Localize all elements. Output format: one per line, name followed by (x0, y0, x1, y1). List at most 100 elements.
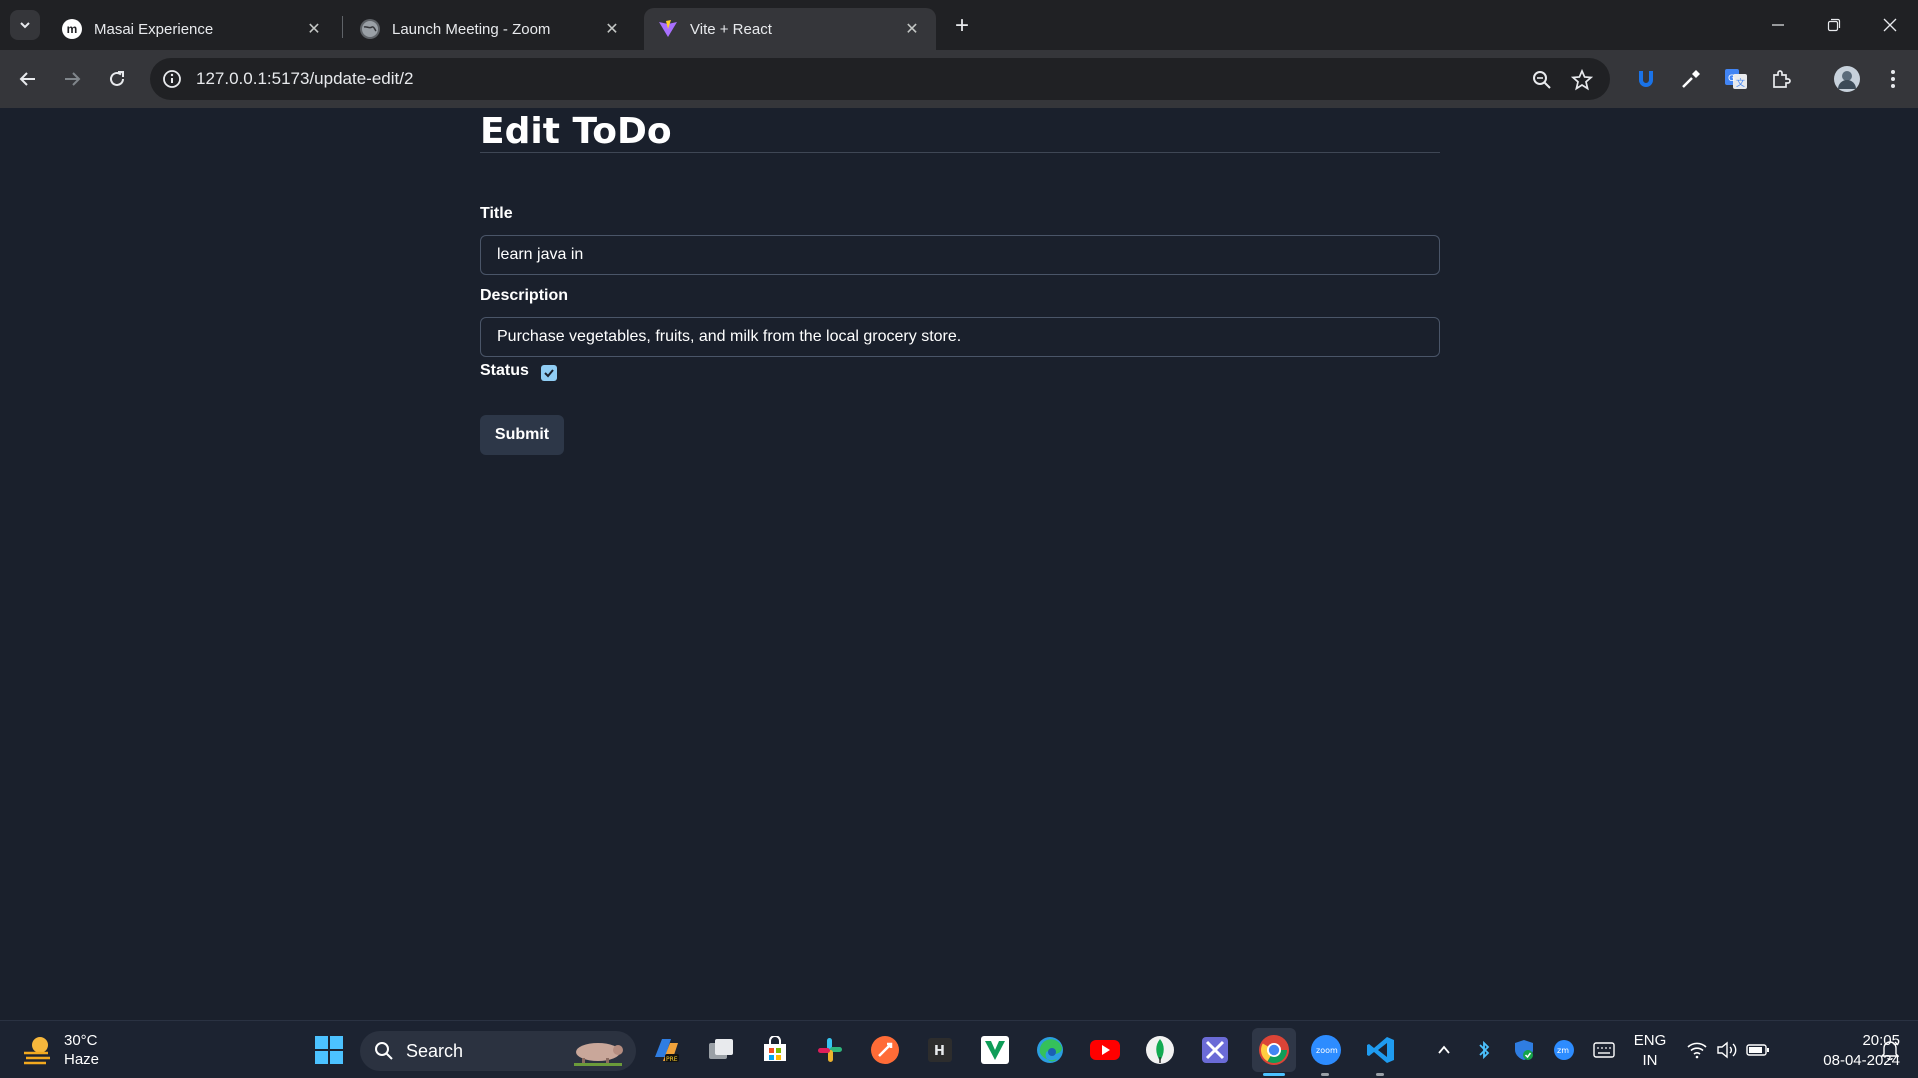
status-checkbox[interactable] (540, 365, 557, 381)
page-viewport: Edit ToDo Title Description Status Submi… (0, 108, 1918, 1020)
svg-text:G: G (1728, 74, 1735, 84)
globe-icon (360, 19, 380, 39)
haze-sun-icon (24, 1037, 50, 1065)
page-title: Edit ToDo (480, 111, 672, 152)
title-input[interactable] (480, 235, 1440, 275)
vite-logo-icon (658, 19, 678, 39)
back-button[interactable] (12, 63, 44, 95)
tab-label: Vite + React (690, 20, 772, 38)
status-row: Status (480, 357, 1440, 385)
tab-launch-meeting-zoom[interactable]: Launch Meeting - Zoom ✕ (346, 8, 636, 50)
checkmark-icon (544, 369, 554, 378)
touch-keyboard-icon[interactable] (1590, 1021, 1618, 1078)
close-icon[interactable]: ✕ (602, 19, 622, 39)
chrome-taskbar-icon[interactable] (1252, 1028, 1296, 1072)
url-text[interactable]: 127.0.0.1:5173/update-edit/2 (196, 69, 413, 89)
mongodb-compass-icon[interactable] (1142, 1032, 1178, 1068)
task-view-icon[interactable] (703, 1032, 739, 1068)
edge-icon[interactable] (1032, 1032, 1068, 1068)
taskbar-search[interactable]: Search (360, 1031, 636, 1071)
browser-tab-strip: m Masai Experience ✕ Launch Meeting - Zo… (0, 0, 1918, 50)
weather-temperature: 30°C (64, 1032, 98, 1049)
restore-button[interactable] (1806, 0, 1862, 50)
close-icon (1883, 18, 1897, 32)
vscode-icon[interactable] (1363, 1032, 1399, 1068)
svg-text:zm: zm (1557, 1046, 1569, 1055)
close-window-button[interactable] (1862, 0, 1918, 50)
description-input[interactable] (480, 317, 1440, 357)
slack-icon[interactable] (812, 1032, 848, 1068)
h-app-icon[interactable]: H (922, 1032, 958, 1068)
tab-label: Launch Meeting - Zoom (392, 20, 551, 38)
windows-taskbar: 30°C Haze Search PRE H zoom zm ENG IN 20… (0, 1020, 1918, 1078)
minimize-button[interactable] (1750, 0, 1806, 50)
arrow-right-icon (65, 72, 81, 86)
extensions-puzzle-icon[interactable] (1768, 66, 1794, 92)
chrome-menu-icon[interactable] (1880, 66, 1906, 92)
chevron-down-icon (20, 22, 30, 29)
language-code: ENG (1633, 1032, 1667, 1049)
arrow-left-icon (19, 72, 35, 86)
zoom-running-indicator (1321, 1073, 1329, 1076)
notification-bell-icon[interactable] (1874, 1021, 1906, 1078)
profile-avatar[interactable] (1834, 66, 1860, 92)
edit-todo-container: Edit ToDo Title Description Status Submi… (480, 108, 1440, 455)
title-label: Title (480, 205, 513, 222)
battery-icon[interactable] (1744, 1021, 1772, 1078)
description-label: Description (480, 287, 569, 304)
site-info-icon[interactable] (162, 69, 182, 89)
search-label: Search (406, 1040, 464, 1061)
zoom-tray-icon[interactable]: zm (1551, 1021, 1577, 1078)
microsoft-store-icon[interactable] (757, 1032, 793, 1068)
minimize-icon (1772, 24, 1784, 26)
windows-security-icon[interactable] (1511, 1021, 1537, 1078)
address-bar[interactable]: 127.0.0.1:5173/update-edit/2 (150, 58, 1610, 100)
zoom-magnifier-icon[interactable] (1530, 68, 1554, 92)
eyedropper-icon[interactable] (1678, 66, 1704, 92)
language-indicator[interactable]: ENG IN (1628, 1031, 1672, 1071)
close-icon[interactable]: ✕ (902, 19, 922, 39)
language-region: IN (1642, 1052, 1658, 1069)
show-hidden-icons-chevron-up-icon[interactable] (1432, 1021, 1456, 1078)
zoom-icon[interactable]: zoom (1308, 1032, 1344, 1068)
weather-widget[interactable]: 30°C Haze (20, 1031, 99, 1069)
forward-button[interactable] (56, 63, 88, 95)
svg-text:文: 文 (1736, 77, 1745, 89)
volume-icon[interactable] (1714, 1021, 1740, 1078)
tab-masai-experience[interactable]: m Masai Experience ✕ (48, 8, 338, 50)
edit-todo-form: Title Description Status Submit (480, 203, 1440, 455)
tab-separator (342, 16, 343, 38)
tab-vite-react[interactable]: Vite + React ✕ (644, 8, 936, 50)
windows-start-icon[interactable] (311, 1032, 347, 1068)
title-divider (480, 152, 1440, 153)
google-translate-icon[interactable]: G文 (1723, 66, 1749, 92)
extension-u-icon[interactable] (1633, 66, 1659, 92)
bluetooth-icon[interactable] (1472, 1021, 1496, 1078)
vscode-running-indicator (1376, 1073, 1384, 1076)
tab-label: Masai Experience (94, 20, 214, 38)
search-icon (375, 1042, 393, 1060)
new-tab-button[interactable]: + (948, 12, 976, 40)
close-icon[interactable]: ✕ (304, 19, 324, 39)
chrome-active-indicator (1263, 1073, 1285, 1076)
svg-text:zoom: zoom (1316, 1046, 1338, 1055)
postman-icon[interactable] (867, 1032, 903, 1068)
youtube-icon[interactable] (1087, 1032, 1123, 1068)
browser-toolbar: 127.0.0.1:5173/update-edit/2 G文 (0, 50, 1918, 108)
reload-button[interactable] (101, 63, 133, 95)
v-app-icon[interactable] (977, 1032, 1013, 1068)
svg-text:H: H (934, 1044, 945, 1059)
wifi-icon[interactable] (1684, 1021, 1710, 1078)
reload-icon (110, 71, 124, 86)
bookmark-star-icon[interactable] (1570, 68, 1594, 92)
svg-text:PRE: PRE (666, 1056, 678, 1063)
copilot-pre-icon[interactable]: PRE (648, 1032, 684, 1068)
masai-m-icon: m (62, 19, 82, 39)
submit-button[interactable]: Submit (480, 415, 564, 455)
status-label: Status (480, 362, 529, 379)
search-highlight-animal-icon (574, 1043, 623, 1066)
restore-icon (1827, 18, 1841, 32)
snipping-tool-icon[interactable] (1197, 1032, 1233, 1068)
tab-search-button[interactable] (10, 10, 40, 40)
weather-description: Haze (64, 1051, 100, 1068)
